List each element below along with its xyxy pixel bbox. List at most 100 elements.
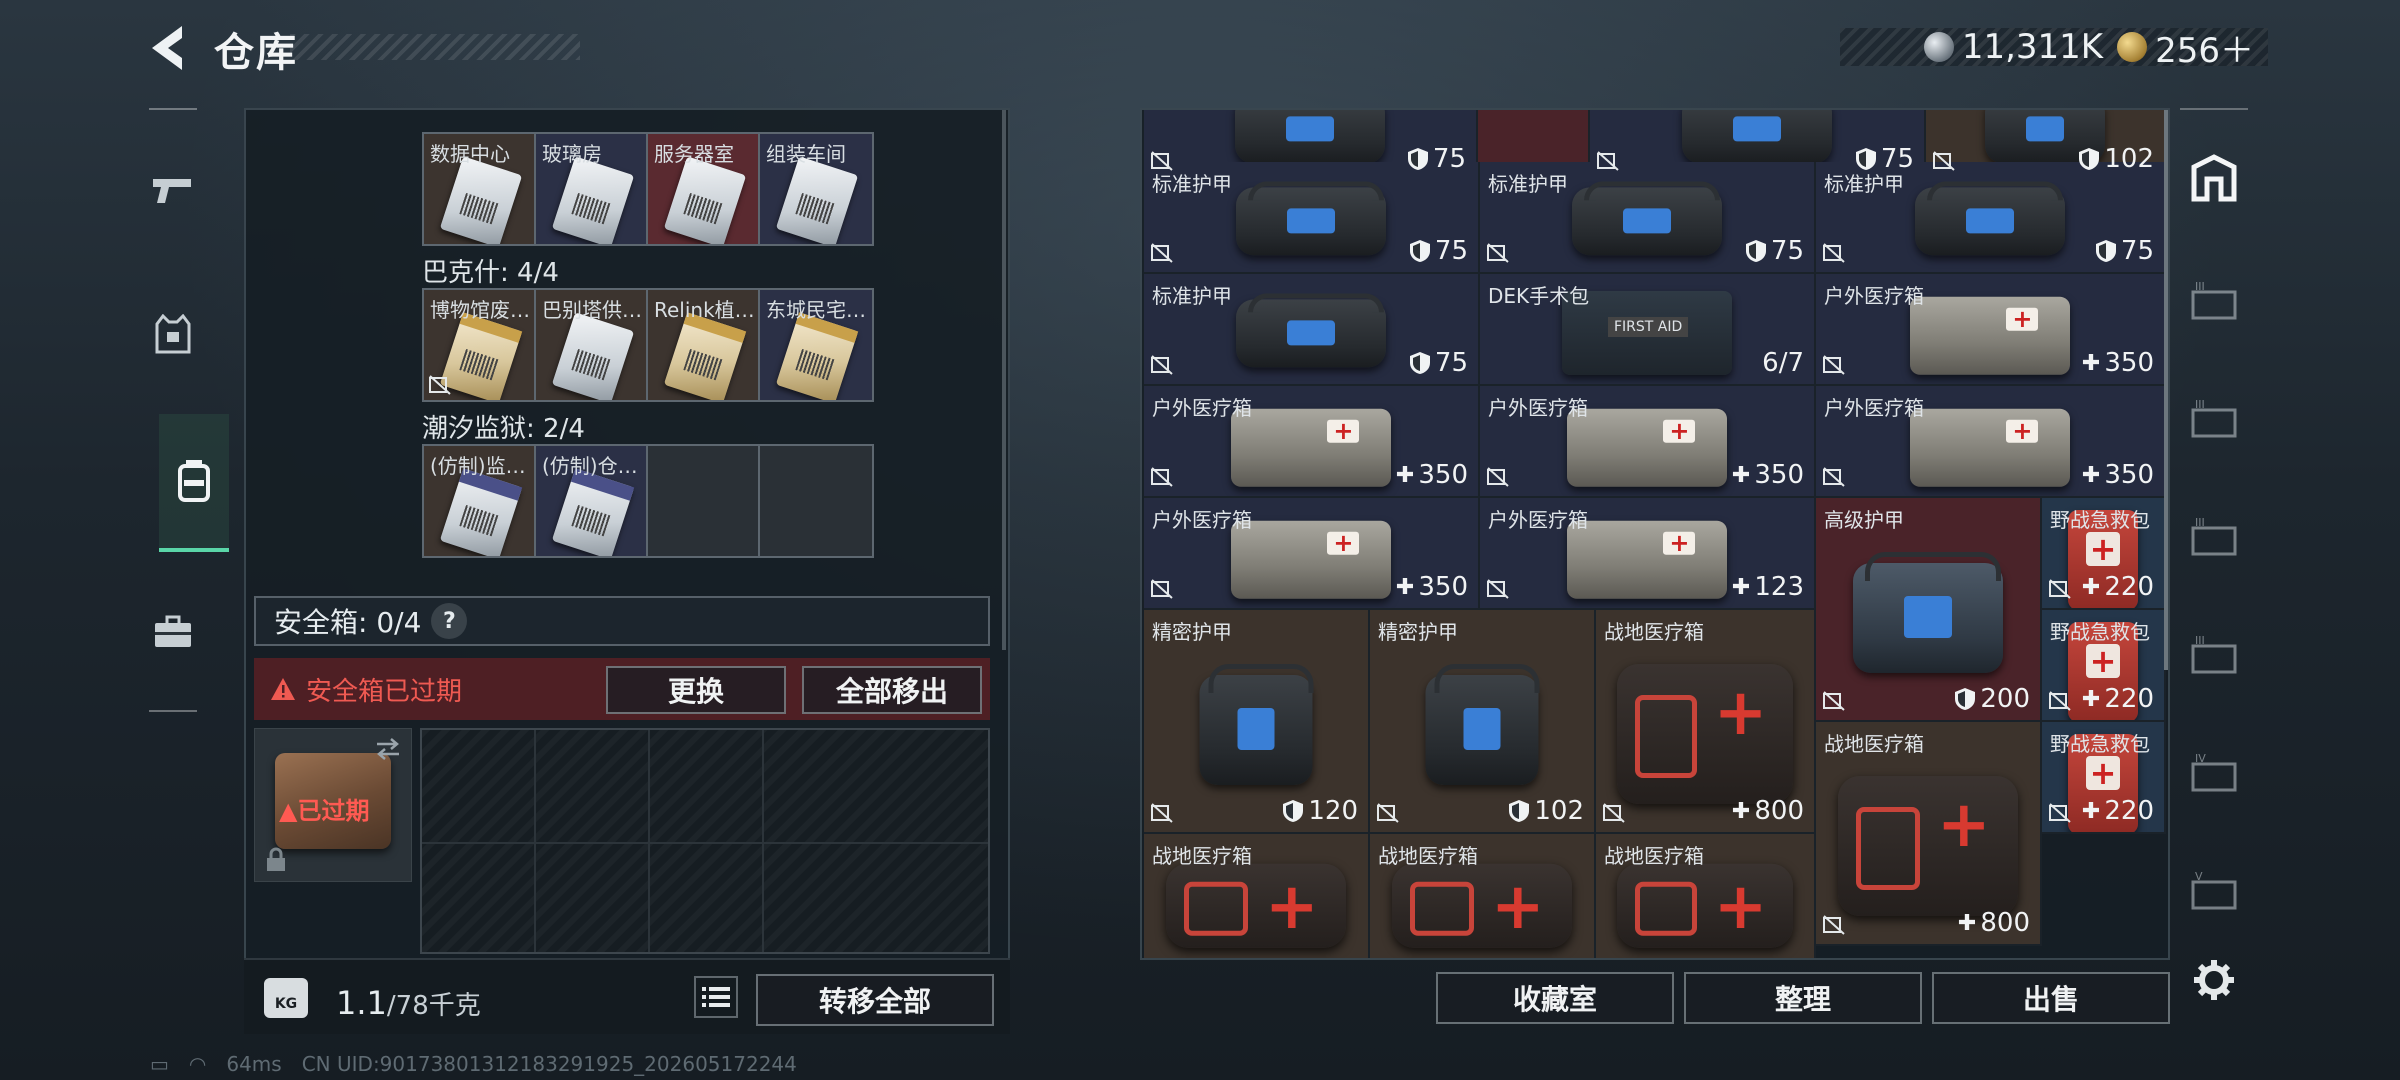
shield-icon bbox=[2079, 148, 2100, 170]
item-value: ✚ 350 bbox=[2081, 460, 2154, 490]
settings-button[interactable] bbox=[2186, 952, 2242, 1008]
key-item[interactable]: (仿制)监… bbox=[424, 446, 536, 556]
key-item[interactable]: Relink植… bbox=[648, 290, 760, 400]
empty-key-slot[interactable] bbox=[648, 446, 760, 556]
keycard-icon bbox=[775, 156, 859, 244]
help-icon[interactable]: ? bbox=[431, 603, 468, 639]
no-share-icon bbox=[2049, 803, 2071, 823]
item-name: 户外医疗箱 bbox=[1152, 396, 1252, 420]
stash-page-all[interactable] bbox=[2186, 150, 2242, 206]
item-name: 高级护甲 bbox=[1824, 508, 1904, 532]
item-value: ✚ 350 bbox=[1731, 460, 1804, 490]
back-button[interactable] bbox=[146, 22, 194, 74]
key-item[interactable]: (仿制)仓… bbox=[536, 446, 648, 556]
remove-all-button[interactable]: 全部移出 bbox=[802, 666, 982, 714]
silver-coin-icon bbox=[1923, 32, 1954, 62]
replace-button[interactable]: 更换 bbox=[606, 666, 786, 714]
item-value: 75 bbox=[1409, 348, 1468, 378]
field-medkit-icon bbox=[1392, 863, 1572, 948]
stash-item[interactable]: 野战急救包 ✚220 bbox=[2042, 610, 2166, 722]
stash-page-6[interactable]: IV bbox=[2186, 744, 2242, 800]
nav-weapon[interactable] bbox=[149, 142, 197, 238]
item-value: 102 bbox=[1508, 796, 1584, 826]
empty-key-slot[interactable] bbox=[760, 446, 872, 556]
armor-icon bbox=[1572, 181, 1722, 255]
swap-icon[interactable] bbox=[373, 737, 403, 761]
stash-page-5[interactable]: III bbox=[2186, 626, 2242, 682]
stash-item[interactable]: 战地医疗箱 bbox=[1370, 834, 1596, 958]
sell-button[interactable]: 出售 bbox=[1932, 972, 2170, 1024]
stash-item[interactable]: 户外医疗箱 ✚350 bbox=[1144, 386, 1480, 498]
safe-box-grid[interactable] bbox=[420, 728, 990, 954]
no-share-icon bbox=[429, 375, 451, 395]
key-item[interactable]: 服务器室 bbox=[648, 134, 760, 244]
heal-icon: ✚ bbox=[1957, 910, 1977, 936]
stash-item[interactable]: DEK手术包 6/7 bbox=[1480, 274, 1816, 386]
stash-item[interactable]: 精密护甲 120 bbox=[1144, 610, 1370, 834]
stash-item[interactable]: 户外医疗箱 ✚350 bbox=[1144, 498, 1480, 610]
no-share-icon bbox=[2049, 691, 2071, 711]
status-bar: ▭ ◠ 64ms CN UID:90173801312183291925_202… bbox=[150, 1052, 797, 1076]
title-decoration bbox=[290, 34, 580, 60]
stash-page-4[interactable]: III bbox=[2186, 508, 2242, 564]
gold-currency[interactable]: 256＋ bbox=[2117, 23, 2254, 72]
stash-item[interactable]: 户外医疗箱 ✚123 bbox=[1480, 498, 1816, 610]
no-share-icon bbox=[1487, 243, 1509, 263]
stash-item[interactable]: 精密护甲 102 bbox=[1370, 610, 1596, 834]
nav-armor[interactable] bbox=[149, 286, 197, 382]
stash-item[interactable]: 标准护甲 75 bbox=[1144, 162, 1480, 274]
key-item[interactable]: 东城民宅… bbox=[760, 290, 872, 400]
stash-item[interactable]: 户外医疗箱 ✚350 bbox=[1816, 274, 2166, 386]
medkit-icon bbox=[1231, 408, 1391, 487]
stash-item[interactable]: 野战急救包 ✚220 bbox=[2042, 498, 2166, 610]
key-item[interactable]: 组装车间 bbox=[760, 134, 872, 244]
no-share-icon bbox=[1823, 691, 1845, 711]
stash-item[interactable]: 标准护甲 75 bbox=[1144, 274, 1480, 386]
safe-case-slot[interactable]: ▲已过期 bbox=[254, 728, 412, 882]
silver-currency[interactable]: 11,311K bbox=[1923, 27, 2103, 67]
nav-backpack[interactable] bbox=[159, 414, 229, 552]
stash-item[interactable]: 战地医疗箱 ✚800 bbox=[1816, 722, 2042, 946]
stash-item[interactable]: 高级护甲 200 bbox=[1816, 498, 2042, 722]
stash-item[interactable]: 战地医疗箱 bbox=[1596, 834, 1816, 958]
collection-room-button[interactable]: 收藏室 bbox=[1436, 972, 1674, 1024]
key-item[interactable]: 博物馆废… bbox=[424, 290, 536, 400]
armor-icon bbox=[1853, 551, 2003, 673]
stash-item[interactable]: 标准护甲 75 bbox=[1480, 162, 1816, 274]
keycard-icon bbox=[439, 468, 523, 556]
stash-item[interactable]: 野战急救包 ✚220 bbox=[2042, 722, 2166, 834]
sort-button[interactable]: 整理 bbox=[1684, 972, 1922, 1024]
key-item[interactable]: 巴别塔供… bbox=[536, 290, 648, 400]
armor-icon bbox=[1236, 181, 1386, 255]
list-view-button[interactable] bbox=[694, 976, 738, 1018]
stash-page-7[interactable]: V bbox=[2186, 862, 2242, 918]
nav-case[interactable] bbox=[149, 584, 197, 680]
key-item[interactable]: 数据中心 bbox=[424, 134, 536, 244]
stash-item[interactable]: 标准护甲 75 bbox=[1816, 162, 2166, 274]
key-row-bakeshi: 博物馆废… 巴别塔供… Relink植… 东城民宅… bbox=[422, 288, 874, 402]
safe-box-header: 安全箱: 0/4 ? bbox=[254, 596, 990, 646]
stash-scrollbar[interactable] bbox=[2164, 110, 2168, 670]
stash-page-3[interactable]: III bbox=[2186, 390, 2242, 446]
stash-item[interactable]: 户外医疗箱 ✚350 bbox=[1480, 386, 1816, 498]
item-value: 200 bbox=[1954, 684, 2030, 714]
heal-icon: ✚ bbox=[1731, 798, 1751, 824]
ping-value: 64ms bbox=[226, 1052, 282, 1076]
pistol-icon bbox=[153, 179, 191, 203]
key-item[interactable]: 玻璃房 bbox=[536, 134, 648, 244]
weight-value: 1.1/78千克 bbox=[336, 984, 481, 1022]
armor-icon bbox=[1199, 663, 1314, 785]
keycard-icon bbox=[663, 156, 747, 244]
stash-item[interactable]: 战地医疗箱 bbox=[1144, 834, 1370, 958]
scrollbar[interactable] bbox=[1002, 110, 1006, 650]
stash-item[interactable]: 户外医疗箱 ✚350 bbox=[1816, 386, 2166, 498]
uid-text: CN UID:90173801312183291925_202605172244 bbox=[301, 1052, 797, 1076]
no-share-icon bbox=[1603, 803, 1625, 823]
transfer-all-button[interactable]: 转移全部 bbox=[756, 974, 994, 1026]
case-expired-label: ▲已过期 bbox=[279, 797, 370, 825]
item-value: ✚ 220 bbox=[2081, 796, 2154, 826]
item-name: 标准护甲 bbox=[1152, 284, 1232, 308]
stash-page-2[interactable]: III bbox=[2186, 272, 2242, 328]
page-iii-icon: III bbox=[2191, 634, 2237, 674]
stash-item[interactable]: 战地医疗箱 ✚800 bbox=[1596, 610, 1816, 834]
